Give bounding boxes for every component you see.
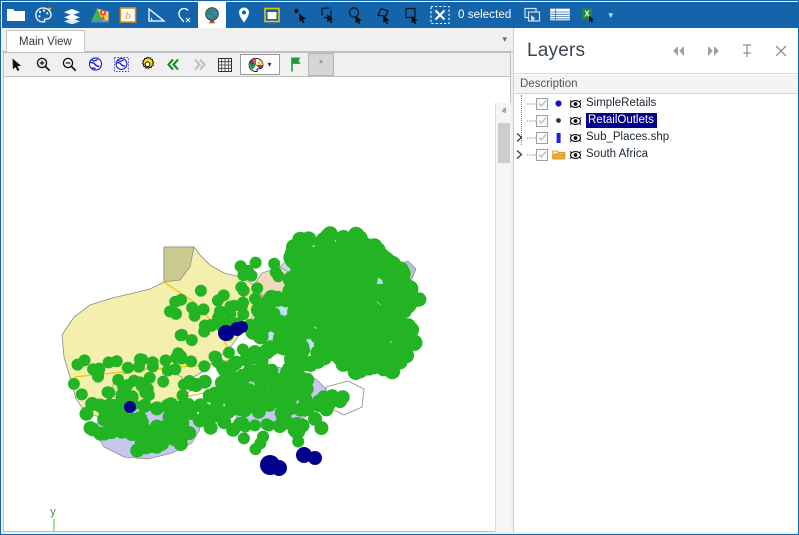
map-rendering — [4, 77, 494, 514]
layer-name-label: Sub_Places.shp — [586, 130, 669, 145]
map-pin-icon[interactable] — [86, 2, 114, 28]
select-point-icon[interactable] — [286, 2, 314, 28]
gis-application-window: b 0 selected X ▾ Main View ▾ ▾ * y ⱏ ⱟ L… — [0, 0, 799, 535]
open-folder-icon[interactable] — [2, 2, 30, 28]
table-rows-icon[interactable] — [546, 2, 574, 28]
layout-frame-icon[interactable] — [258, 2, 286, 28]
layers-panel: Layers Description SimpleRetails RetailO… — [513, 28, 798, 534]
scroll-up-arrow[interactable]: ⱏ — [496, 103, 512, 119]
map-canvas-container: y x z 400km ⱏ ⱟ — [3, 77, 511, 532]
map-toolbar: ▾ * — [3, 52, 511, 77]
color-palette-combo[interactable]: ▾ — [240, 54, 280, 75]
pointer-arrow-icon[interactable] — [4, 53, 30, 76]
zoom-previous-extent-icon[interactable] — [108, 53, 134, 76]
asterisk-button[interactable]: * — [308, 53, 334, 76]
layers-column-header: Description — [514, 75, 798, 94]
step-forward-icon[interactable] — [186, 53, 212, 76]
layer-visibility-checkbox[interactable] — [536, 115, 548, 127]
layer-name-label: RetailOutlets — [586, 113, 657, 128]
axis-orientation-widget: y x z — [42, 505, 102, 535]
layer-row-sub-places[interactable]: Sub_Places.shp — [514, 129, 798, 146]
clear-selection-icon[interactable] — [426, 2, 454, 28]
map-vertical-scrollbar[interactable]: ⱏ ⱟ — [495, 103, 511, 535]
grid-icon[interactable] — [212, 53, 238, 76]
main-toolbar: b 0 selected X ▾ — [2, 2, 799, 28]
layers-tree: SimpleRetails RetailOutlets Sub_Places.s… — [514, 95, 798, 533]
zoom-out-icon[interactable] — [56, 53, 82, 76]
layer-group-folder-icon — [551, 146, 566, 163]
layers-panel-title: Layers — [514, 40, 662, 62]
settings-gear-icon[interactable] — [134, 53, 160, 76]
tree-dash — [527, 112, 536, 129]
ribbon-overflow-caret[interactable]: ▾ — [602, 10, 619, 21]
asterisk-button-label: * — [319, 59, 323, 70]
map-canvas[interactable] — [4, 77, 494, 514]
layer-eye-icon[interactable] — [566, 146, 584, 163]
export-excel-icon[interactable]: X — [574, 2, 602, 28]
svg-text:b: b — [125, 10, 131, 22]
layer-row-retailoutlets[interactable]: RetailOutlets — [514, 112, 798, 129]
layers-panel-header: Layers — [514, 28, 798, 74]
select-circle-icon[interactable] — [342, 2, 370, 28]
layers-stack-icon[interactable] — [58, 2, 86, 28]
layer-name-label: South Africa — [586, 147, 648, 162]
tree-expander-icon[interactable] — [514, 146, 527, 163]
layer-eye-icon[interactable] — [566, 129, 584, 146]
bookmark-b-icon[interactable]: b — [114, 2, 142, 28]
expand-all-button[interactable] — [696, 34, 730, 68]
palette-icon — [248, 57, 265, 73]
axis-label-y: y — [50, 506, 56, 518]
pin-panel-button[interactable] — [730, 34, 764, 68]
vertical-scroll-thumb[interactable] — [498, 123, 510, 163]
step-backward-icon[interactable] — [160, 53, 186, 76]
select-polygon-icon[interactable] — [370, 2, 398, 28]
tree-dash — [527, 129, 536, 146]
layer-symbol-polygon-bar — [551, 129, 566, 146]
layer-symbol-point-blue — [551, 95, 566, 112]
measure-angle-icon[interactable] — [142, 2, 170, 28]
zoom-in-icon[interactable] — [30, 53, 56, 76]
tree-expander-placeholder — [514, 112, 527, 129]
layers-column-header-label: Description — [520, 78, 578, 90]
tab-main-view-label: Main View — [19, 36, 72, 48]
attribute-table-icon[interactable] — [518, 2, 546, 28]
lasso-erase-icon[interactable] — [170, 2, 198, 28]
collapse-all-button[interactable] — [662, 34, 696, 68]
select-box-icon[interactable] — [398, 2, 426, 28]
selection-count-label: 0 selected — [454, 9, 518, 21]
green-flag-icon[interactable] — [282, 53, 308, 76]
layer-symbol-point-dark — [551, 112, 566, 129]
globe-icon[interactable] — [198, 2, 226, 28]
layer-visibility-checkbox[interactable] — [536, 132, 548, 144]
location-marker-icon[interactable] — [230, 2, 258, 28]
tab-main-view[interactable]: Main View — [6, 30, 85, 52]
map-pane: ▾ * y ⱏ ⱟ — [3, 52, 511, 532]
layer-visibility-checkbox[interactable] — [536, 98, 548, 110]
layer-name-label: SimpleRetails — [586, 96, 656, 111]
close-panel-button[interactable] — [764, 34, 798, 68]
layer-row-south-africa[interactable]: South Africa — [514, 146, 798, 163]
tree-dash — [527, 95, 536, 112]
layer-row-simpleretails[interactable]: SimpleRetails — [514, 95, 798, 112]
tree-dash — [527, 146, 536, 163]
tree-expander-placeholder — [514, 95, 527, 112]
layer-eye-icon[interactable] — [566, 112, 584, 129]
tab-overflow-caret[interactable]: ▾ — [502, 34, 507, 45]
tree-expander-icon[interactable] — [514, 129, 527, 146]
layer-visibility-checkbox[interactable] — [536, 149, 548, 161]
layer-eye-icon[interactable] — [566, 95, 584, 112]
select-rectangle-icon[interactable] — [314, 2, 342, 28]
zoom-full-extent-icon[interactable] — [82, 53, 108, 76]
palette-caret[interactable]: ▾ — [267, 60, 271, 69]
symbology-palette-icon[interactable] — [30, 2, 58, 28]
